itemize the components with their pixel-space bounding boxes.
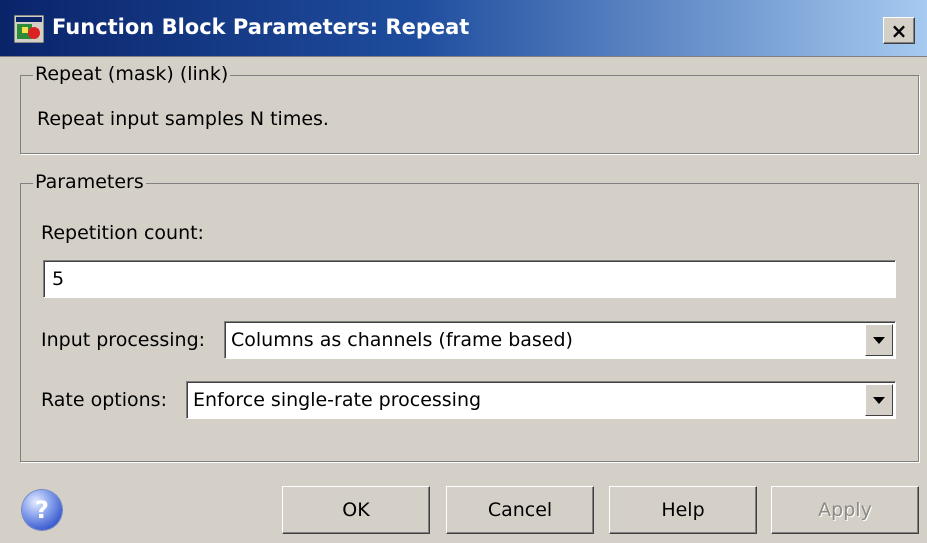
chevron-down-icon — [873, 336, 885, 344]
rate-options-select[interactable]: Enforce single-rate processing — [186, 381, 896, 419]
repetition-count-input[interactable]: 5 — [43, 260, 896, 298]
input-processing-label: Input processing: — [41, 329, 206, 351]
rate-options-dropdown-button[interactable] — [865, 384, 893, 416]
cancel-button[interactable]: Cancel — [446, 486, 594, 534]
title-bar[interactable]: Function Block Parameters: Repeat × — [0, 0, 927, 57]
input-processing-value: Columns as channels (frame based) — [231, 329, 573, 351]
repetition-count-value: 5 — [52, 268, 65, 290]
window-title: Function Block Parameters: Repeat — [52, 15, 470, 39]
ok-button[interactable]: OK — [282, 486, 430, 534]
input-processing-select[interactable]: Columns as channels (frame based) — [224, 321, 896, 359]
close-icon: × — [890, 18, 908, 43]
rate-options-label: Rate options: — [41, 389, 167, 411]
simulink-block-icon — [14, 15, 44, 43]
repetition-count-label: Repetition count: — [41, 222, 204, 244]
rate-options-value: Enforce single-rate processing — [193, 389, 482, 411]
apply-button[interactable]: Apply — [771, 486, 919, 534]
help-question-glyph: ? — [35, 496, 49, 524]
close-button[interactable]: × — [883, 17, 915, 44]
help-button[interactable]: Help — [609, 486, 757, 534]
parameters-legend: Parameters — [33, 171, 146, 193]
help-question-icon[interactable]: ? — [22, 490, 62, 530]
input-processing-dropdown-button[interactable] — [865, 324, 893, 356]
description-group: Repeat (mask) (link) Repeat input sample… — [20, 63, 919, 154]
chevron-down-icon — [873, 396, 885, 404]
parameters-group: Parameters Repetition count: 5 Input pro… — [20, 171, 919, 462]
description-legend: Repeat (mask) (link) — [33, 63, 231, 85]
description-text: Repeat input samples N times. — [37, 108, 329, 130]
